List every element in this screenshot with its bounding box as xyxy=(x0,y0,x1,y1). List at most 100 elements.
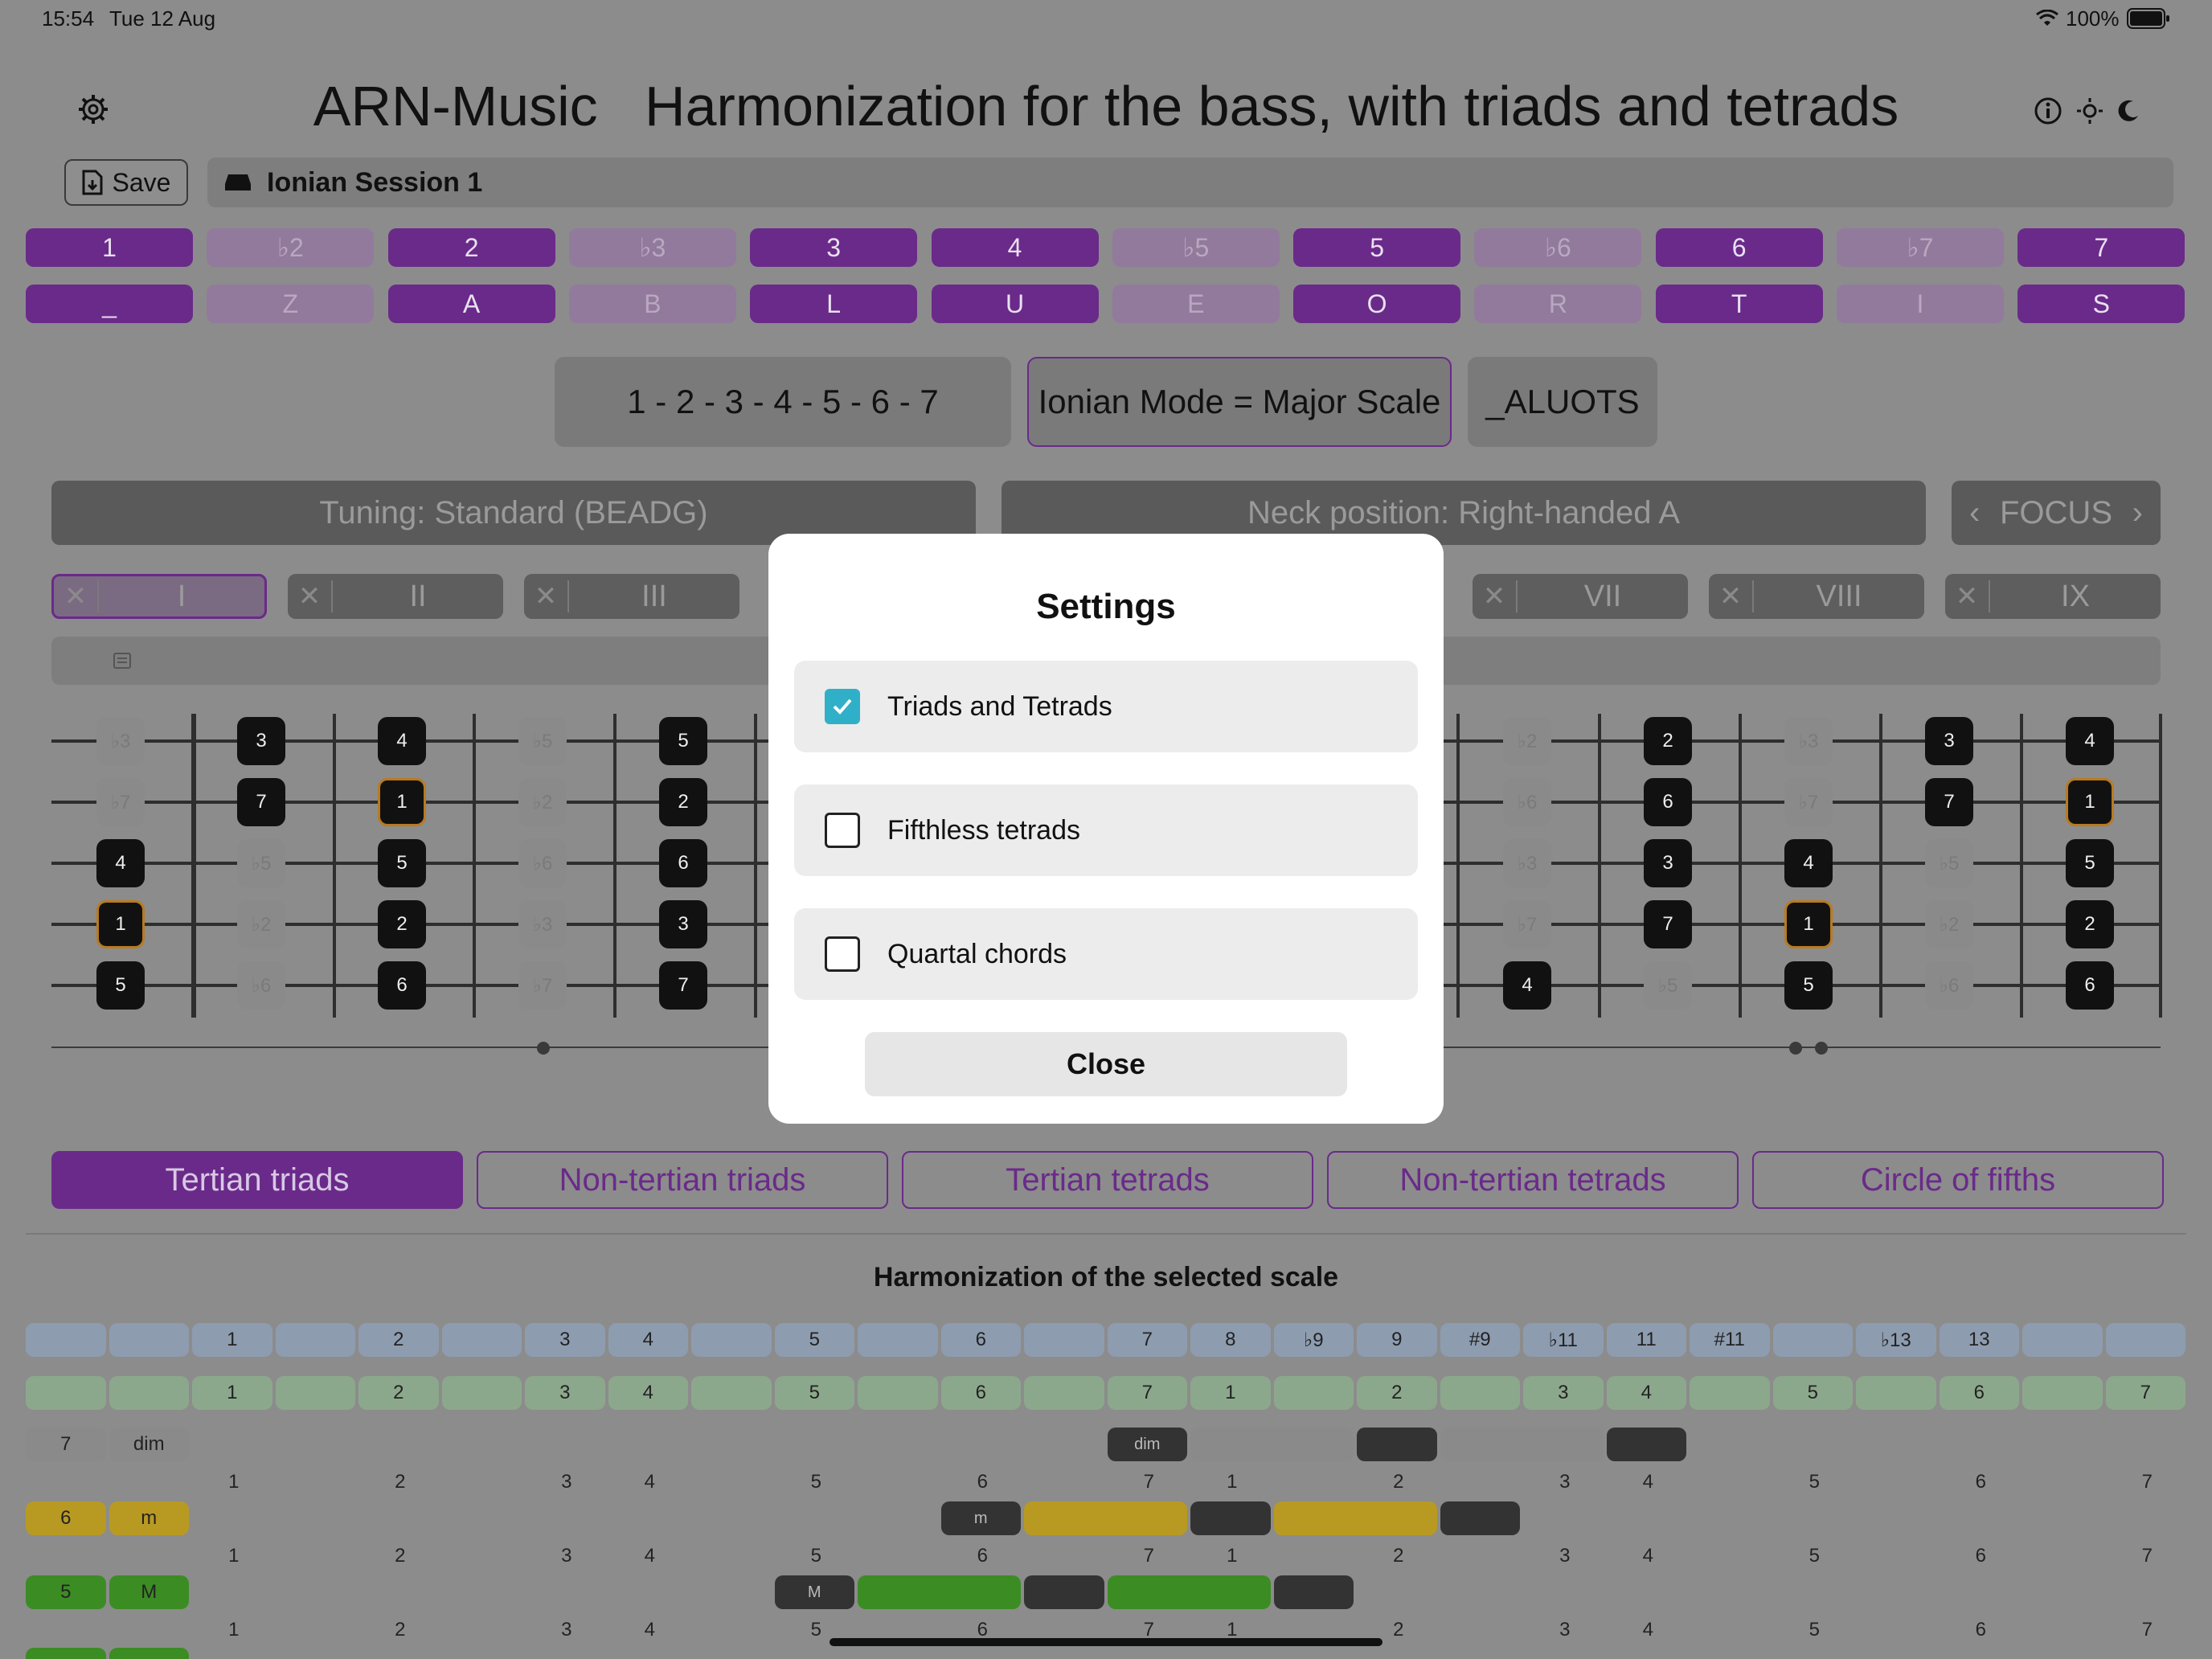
fret-note[interactable]: 1 xyxy=(1784,900,1833,948)
fret-note[interactable]: 1 xyxy=(2066,778,2114,826)
degree-button[interactable]: ♭2 xyxy=(207,228,375,267)
fret-note[interactable]: ♭3 xyxy=(1784,717,1833,765)
fret-note[interactable]: ♭6 xyxy=(1503,778,1551,826)
position-tab[interactable]: ✕ III xyxy=(524,574,739,619)
chevron-left-icon[interactable]: ‹ xyxy=(1969,495,1980,531)
chevron-right-icon[interactable]: › xyxy=(2132,495,2143,531)
fret-note[interactable]: 3 xyxy=(237,717,285,765)
letter-button[interactable]: A xyxy=(387,285,555,323)
fret-note[interactable]: ♭3 xyxy=(518,900,567,948)
letter-button[interactable]: O xyxy=(1293,285,1461,323)
chord-tab[interactable]: Tertian tetrads xyxy=(902,1151,1313,1209)
position-tab[interactable]: ✕ VII xyxy=(1473,574,1688,619)
fret-note[interactable]: ♭2 xyxy=(1925,900,1973,948)
fret-note[interactable]: ♭6 xyxy=(1925,961,1973,1010)
letter-button[interactable]: S xyxy=(2017,285,2185,323)
degree-button[interactable]: 3 xyxy=(750,228,918,267)
sun-icon[interactable] xyxy=(2075,96,2104,125)
close-icon[interactable]: ✕ xyxy=(1709,580,1754,612)
chord-tab[interactable]: Non-tertian tetrads xyxy=(1327,1151,1739,1209)
close-icon[interactable]: ✕ xyxy=(1473,580,1518,612)
fret-note[interactable]: ♭5 xyxy=(1925,839,1973,887)
position-tab[interactable]: ✕ IX xyxy=(1945,574,2161,619)
fret-note[interactable]: 5 xyxy=(1784,961,1833,1010)
moon-icon[interactable] xyxy=(2114,96,2143,125)
mode-name[interactable]: Ionian Mode = Major Scale xyxy=(1027,357,1452,447)
fret-note[interactable]: 7 xyxy=(659,961,707,1010)
fret-note[interactable]: 5 xyxy=(96,961,145,1010)
checkbox-icon[interactable] xyxy=(825,936,860,972)
fret-note[interactable]: 7 xyxy=(237,778,285,826)
fret-note[interactable]: 6 xyxy=(659,839,707,887)
fret-note[interactable]: 7 xyxy=(1644,900,1692,948)
fret-note[interactable]: 6 xyxy=(1644,778,1692,826)
position-tab[interactable]: ✕ II xyxy=(288,574,503,619)
fret-note[interactable]: ♭3 xyxy=(96,717,145,765)
fret-note[interactable]: ♭7 xyxy=(1784,778,1833,826)
close-icon[interactable]: ✕ xyxy=(54,580,99,612)
close-button[interactable]: Close xyxy=(865,1032,1347,1096)
degree-button[interactable]: 1 xyxy=(26,228,193,267)
degree-button[interactable]: 4 xyxy=(931,228,1099,267)
info-icon[interactable] xyxy=(2034,96,2062,125)
fret-note[interactable]: ♭2 xyxy=(237,900,285,948)
degree-button[interactable]: 7 xyxy=(2017,228,2185,267)
letter-button[interactable]: I xyxy=(1837,285,2004,323)
fret-note[interactable]: ♭7 xyxy=(1503,900,1551,948)
option-triads-tetrads[interactable]: Triads and Tetrads xyxy=(794,661,1418,752)
chord-tab[interactable]: Tertian triads xyxy=(51,1151,463,1209)
close-icon[interactable]: ✕ xyxy=(288,580,333,612)
fret-note[interactable]: 1 xyxy=(378,778,426,826)
fret-note[interactable]: ♭2 xyxy=(1503,717,1551,765)
letter-button[interactable]: L xyxy=(750,285,918,323)
option-fifthless-tetrads[interactable]: Fifthless tetrads xyxy=(794,784,1418,876)
fret-note[interactable]: 4 xyxy=(1784,839,1833,887)
list-icon[interactable] xyxy=(113,651,132,670)
fret-note[interactable]: 2 xyxy=(378,900,426,948)
letter-button[interactable]: T xyxy=(1655,285,1823,323)
fret-note[interactable]: 3 xyxy=(1925,717,1973,765)
fret-note[interactable]: 2 xyxy=(1644,717,1692,765)
degree-button[interactable]: 5 xyxy=(1293,228,1461,267)
close-icon[interactable]: ✕ xyxy=(1945,580,1990,612)
degree-button[interactable]: ♭6 xyxy=(1474,228,1642,267)
letter-button[interactable]: B xyxy=(568,285,736,323)
checkbox-checked-icon[interactable] xyxy=(825,689,860,724)
fret-note[interactable]: ♭7 xyxy=(518,961,567,1010)
fret-note[interactable]: 5 xyxy=(659,717,707,765)
fret-note[interactable]: ♭2 xyxy=(518,778,567,826)
letter-button[interactable]: R xyxy=(1474,285,1642,323)
position-tab[interactable]: ✕ VIII xyxy=(1709,574,1924,619)
fret-note[interactable]: 6 xyxy=(2066,961,2114,1010)
degree-button[interactable]: ♭7 xyxy=(1837,228,2004,267)
degree-button[interactable]: ♭3 xyxy=(568,228,736,267)
fret-note[interactable]: ♭6 xyxy=(518,839,567,887)
fret-note[interactable]: ♭5 xyxy=(237,839,285,887)
fret-note[interactable]: 3 xyxy=(659,900,707,948)
fret-note[interactable]: ♭7 xyxy=(96,778,145,826)
degree-button[interactable]: ♭5 xyxy=(1112,228,1280,267)
fret-note[interactable]: ♭3 xyxy=(1503,839,1551,887)
fret-note[interactable]: 4 xyxy=(1503,961,1551,1010)
fret-note[interactable]: 4 xyxy=(2066,717,2114,765)
position-tab[interactable]: ✕ I xyxy=(51,574,267,619)
save-button[interactable]: Save xyxy=(64,159,188,206)
degree-button[interactable]: 6 xyxy=(1655,228,1823,267)
letter-button[interactable]: Z xyxy=(207,285,375,323)
fret-note[interactable]: 1 xyxy=(96,900,145,948)
fret-note[interactable]: 4 xyxy=(96,839,145,887)
letter-button[interactable]: U xyxy=(931,285,1099,323)
fret-note[interactable]: 4 xyxy=(378,717,426,765)
session-field[interactable]: Ionian Session 1 xyxy=(207,158,2173,207)
letter-button[interactable]: E xyxy=(1112,285,1280,323)
fret-note[interactable]: 5 xyxy=(2066,839,2114,887)
option-quartal-chords[interactable]: Quartal chords xyxy=(794,908,1418,1000)
fret-note[interactable]: 2 xyxy=(2066,900,2114,948)
checkbox-icon[interactable] xyxy=(825,813,860,848)
fret-note[interactable]: ♭5 xyxy=(1644,961,1692,1010)
fret-note[interactable]: 3 xyxy=(1644,839,1692,887)
fret-note[interactable]: 5 xyxy=(378,839,426,887)
focus-control[interactable]: ‹ FOCUS › xyxy=(1952,481,2161,545)
chord-tab[interactable]: Circle of fifths xyxy=(1752,1151,2164,1209)
fret-note[interactable]: ♭6 xyxy=(237,961,285,1010)
